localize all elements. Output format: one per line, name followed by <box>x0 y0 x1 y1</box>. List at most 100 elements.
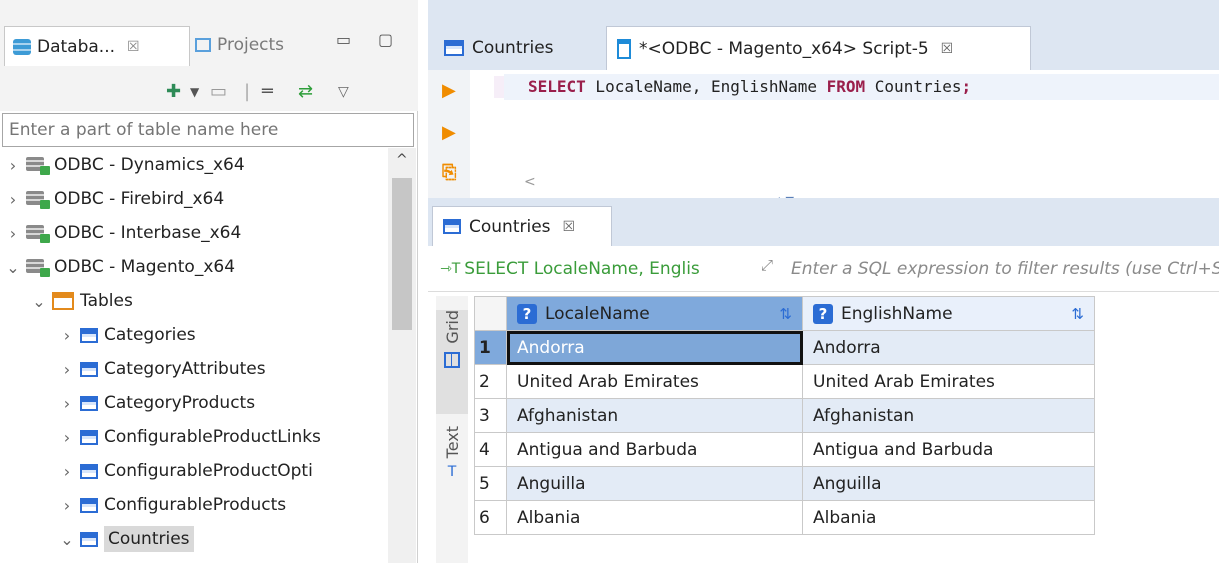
chevron-right-icon[interactable]: › <box>58 360 76 379</box>
tab-label: Countries <box>472 38 554 58</box>
row-number[interactable]: 2 <box>474 364 507 399</box>
table-icon <box>80 463 98 479</box>
table-cell[interactable]: Albania <box>802 500 1095 535</box>
chevron-right-icon[interactable]: › <box>58 326 76 345</box>
scrollbar-thumb[interactable] <box>392 178 412 330</box>
table-cell[interactable]: Andorra <box>506 330 803 365</box>
column-header-localename[interactable]: ? LocaleName ⇅ <box>506 296 803 331</box>
tree-item-odbc-dynamics[interactable]: › ODBC - Dynamics_x64 <box>0 148 388 182</box>
link-with-editor-icon[interactable]: ⇄ <box>298 81 313 102</box>
tree-item-table-categories[interactable]: › Categories <box>0 318 388 352</box>
view-menu-icon[interactable]: ▽ <box>338 84 349 100</box>
table-row[interactable]: 6 Albania Albania <box>474 500 1095 535</box>
tree-item-label: ODBC - Firebird_x64 <box>54 189 225 209</box>
chevron-right-icon[interactable]: › <box>4 156 22 175</box>
tab-grid-view[interactable]: Grid <box>436 310 468 414</box>
execute-in-new-tab-icon[interactable]: ▶ <box>442 122 456 143</box>
row-number-header[interactable] <box>474 296 507 331</box>
new-folder-icon[interactable]: ▭ <box>210 81 227 102</box>
tab-label: Databa... <box>37 36 116 57</box>
table-cell[interactable]: Afghanistan <box>506 398 803 433</box>
tab-text-view[interactable]: Text T <box>436 426 468 526</box>
sql-editor[interactable]: ▶ ▶ ⎘ SELECT LocaleName, EnglishName FRO… <box>428 70 1219 198</box>
table-cell[interactable]: Antigua and Barbuda <box>506 432 803 467</box>
tab-sql-script[interactable]: *<ODBC - Magento_x64> Script-5 ☒ <box>606 26 1031 70</box>
sort-filter-icon[interactable]: ⇅ <box>1071 305 1084 323</box>
tree-item-tables-folder[interactable]: ⌄ Tables <box>0 284 388 318</box>
tree-item-label: CategoryAttributes <box>104 359 266 379</box>
chevron-right-icon[interactable]: › <box>58 394 76 413</box>
expand-filter-icon[interactable]: ⤢ <box>761 256 781 282</box>
grid-icon <box>444 351 460 368</box>
row-number[interactable]: 4 <box>474 432 507 467</box>
table-row[interactable]: 1 Andorra Andorra <box>474 330 1095 365</box>
tab-projects[interactable]: Projects <box>195 26 284 64</box>
scroll-up-icon[interactable]: ^ <box>396 152 408 168</box>
table-row[interactable]: 5 Anguilla Anguilla <box>474 466 1095 501</box>
chevron-down-icon[interactable]: ⌄ <box>58 530 76 549</box>
tree-item-table-categoryproducts[interactable]: › CategoryProducts <box>0 386 388 420</box>
tab-results-countries[interactable]: Countries ☒ <box>432 206 612 246</box>
row-number[interactable]: 6 <box>474 500 507 535</box>
chevron-down-icon[interactable]: ⌄ <box>30 292 48 311</box>
execute-statement-icon[interactable]: ▶ <box>442 80 456 101</box>
scroll-left-icon[interactable]: < <box>524 174 536 190</box>
chevron-right-icon[interactable]: › <box>4 190 22 209</box>
column-header-englishname[interactable]: ? EnglishName ⇅ <box>802 296 1095 331</box>
sort-filter-icon[interactable]: ⇅ <box>779 305 792 323</box>
chevron-down-icon[interactable]: ▼ <box>190 85 199 99</box>
tree-scrollbar[interactable]: ^ <box>388 148 416 563</box>
table-cell[interactable]: Anguilla <box>506 466 803 501</box>
tree-item-label: ConfigurableProducts <box>104 495 287 515</box>
maximize-icon[interactable]: ▢ <box>378 30 393 49</box>
sql-text: Countries <box>865 77 962 96</box>
row-number[interactable]: 3 <box>474 398 507 433</box>
table-filter-input[interactable] <box>2 113 414 147</box>
table-cell[interactable]: Andorra <box>802 330 1095 365</box>
chevron-right-icon[interactable]: › <box>58 496 76 515</box>
tab-label: Grid <box>442 310 462 344</box>
results-table: ? LocaleName ⇅ ? EnglishName ⇅ 1 Andorra… <box>474 296 1095 535</box>
tree-item-table-configurableproductlinks[interactable]: › ConfigurableProductLinks <box>0 420 388 454</box>
tree-item-odbc-magento[interactable]: ⌄ ODBC - Magento_x64 <box>0 250 388 284</box>
table-cell[interactable]: Albania <box>506 500 803 535</box>
tree-item-table-configurableproductopti[interactable]: › ConfigurableProductOpti <box>0 454 388 488</box>
minimize-icon[interactable]: ▭ <box>336 30 351 49</box>
chevron-right-icon[interactable]: › <box>58 428 76 447</box>
tab-database-navigator[interactable]: Databa... ☒ <box>4 26 190 66</box>
tree-item-table-countries[interactable]: ⌄ Countries <box>0 522 388 556</box>
chevron-right-icon[interactable]: › <box>58 462 76 481</box>
filter-expression-input[interactable]: Enter a SQL expression to filter results… <box>791 254 1219 284</box>
execute-script-icon[interactable]: ⎘ <box>442 162 456 183</box>
tree-item-table-categoryattributes[interactable]: › CategoryAttributes <box>0 352 388 386</box>
tab-countries-table[interactable]: Countries <box>432 26 554 70</box>
result-view-switcher: Grid Text T <box>436 296 468 563</box>
sql-statement-line[interactable]: SELECT LocaleName, EnglishName FROM Coun… <box>504 74 1219 100</box>
new-connection-icon[interactable]: ✚ <box>166 81 181 102</box>
results-grid-area: Grid Text T ? LocaleName ⇅ ? EnglishName… <box>428 292 1219 563</box>
query-preview-text: SELECT LocaleName, Englis <box>464 259 700 279</box>
close-icon[interactable]: ☒ <box>563 219 576 235</box>
query-preview[interactable]: ⇾T SELECT LocaleName, Englis <box>440 254 774 284</box>
chevron-right-icon[interactable]: › <box>4 224 22 243</box>
table-row[interactable]: 3 Afghanistan Afghanistan <box>474 398 1095 433</box>
row-number[interactable]: 1 <box>474 330 507 365</box>
table-row[interactable]: 4 Antigua and Barbuda Antigua and Barbud… <box>474 432 1095 467</box>
table-cell[interactable]: United Arab Emirates <box>802 364 1095 399</box>
collapse-all-icon[interactable]: ═ <box>262 81 273 102</box>
editor-area: Countries *<ODBC - Magento_x64> Script-5… <box>428 0 1219 563</box>
tree-item-label: ODBC - Dynamics_x64 <box>54 155 245 175</box>
row-number[interactable]: 5 <box>474 466 507 501</box>
chevron-down-icon[interactable]: ⌄ <box>4 258 22 277</box>
tree-item-odbc-interbase[interactable]: › ODBC - Interbase_x64 <box>0 216 388 250</box>
tree-item-odbc-firebird[interactable]: › ODBC - Firebird_x64 <box>0 182 388 216</box>
table-cell[interactable]: Afghanistan <box>802 398 1095 433</box>
close-icon[interactable]: ☒ <box>127 39 140 55</box>
close-icon[interactable]: ☒ <box>941 41 954 57</box>
table-cell[interactable]: United Arab Emirates <box>506 364 803 399</box>
table-row[interactable]: 2 United Arab Emirates United Arab Emira… <box>474 364 1095 399</box>
table-cell[interactable]: Antigua and Barbuda <box>802 432 1095 467</box>
table-cell[interactable]: Anguilla <box>802 466 1095 501</box>
tree-item-table-configurableproducts[interactable]: › ConfigurableProducts <box>0 488 388 522</box>
tab-label: Text <box>442 426 462 459</box>
